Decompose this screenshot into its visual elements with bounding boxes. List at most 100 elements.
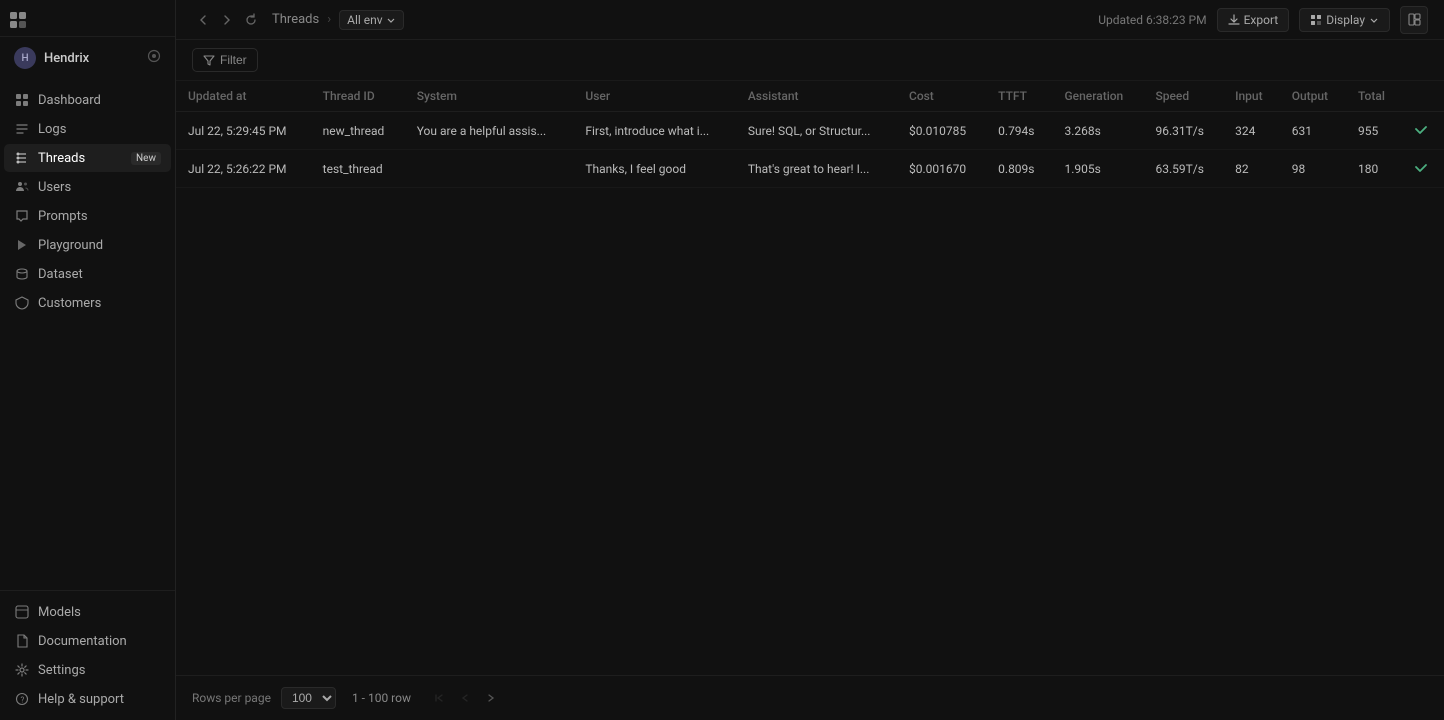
cell-input: 82 [1223,150,1280,188]
nav-arrows [192,9,262,31]
sidebar-label-threads: Threads [38,151,85,166]
sidebar-item-logs[interactable]: Logs [4,115,171,143]
cell-ttft: 0.794s [986,112,1052,150]
row-check [1402,150,1444,188]
table-row[interactable]: Jul 22, 5:26:22 PMtest_thread Thanks, I f… [176,150,1444,188]
rows-per-page-select[interactable]: 100 50 25 [281,687,336,709]
sidebar-label-settings: Settings [38,663,85,678]
sidebar-item-threads[interactable]: Threads New [4,144,171,172]
first-page-button[interactable] [427,686,451,710]
display-button[interactable]: Display [1299,8,1390,32]
models-icon [14,604,30,620]
sidebar-item-settings[interactable]: Settings [4,656,171,684]
col-system[interactable]: System [405,81,574,112]
filter-label: Filter [220,53,247,67]
threads-icon [14,150,30,166]
col-assistant[interactable]: Assistant [736,81,897,112]
threads-table: Updated at Thread ID System User Assista… [176,81,1444,188]
col-thread-id[interactable]: Thread ID [311,81,405,112]
col-ttft[interactable]: TTFT [986,81,1052,112]
app-logo [8,10,28,30]
cell-ttft: 0.809s [986,150,1052,188]
cell-generation: 1.905s [1052,150,1143,188]
sidebar-item-dashboard[interactable]: Dashboard [4,86,171,114]
docs-icon [14,633,30,649]
cell-system: You are a helpful assis... [405,112,574,150]
sidebar-label-users: Users [38,180,71,195]
cell-updated_at: Jul 22, 5:26:22 PM [176,150,311,188]
user-profile[interactable]: H Hendrix [4,39,171,77]
sidebar-label-help: Help & support [38,692,124,707]
sidebar-label-models: Models [38,605,81,620]
filter-button[interactable]: Filter [192,48,258,72]
cell-user: Thanks, I feel good [573,150,735,188]
table-header: Updated at Thread ID System User Assista… [176,81,1444,112]
cell-speed: 63.59T/s [1143,150,1223,188]
topbar: Threads › All env Updated 6:38:23 PM Exp… [176,0,1444,40]
display-label: Display [1326,13,1365,27]
users-icon [14,179,30,195]
refresh-button[interactable] [240,9,262,31]
sidebar-item-users[interactable]: Users [4,173,171,201]
user-menu-icon [147,49,161,67]
cell-user: First, introduce what i... [573,112,735,150]
sidebar-item-models[interactable]: Models [4,598,171,626]
back-button[interactable] [192,9,214,31]
breadcrumb-separator: › [327,12,331,27]
cell-assistant: Sure! SQL, or Structur... [736,112,897,150]
col-user[interactable]: User [573,81,735,112]
col-input[interactable]: Input [1223,81,1280,112]
pagination-nav [427,686,503,710]
export-button[interactable]: Export [1217,8,1290,32]
threads-table-container: Updated at Thread ID System User Assista… [176,81,1444,675]
cell-updated_at: Jul 22, 5:29:45 PM [176,112,311,150]
next-page-button[interactable] [479,686,503,710]
topbar-right: Updated 6:38:23 PM Export Display [1098,6,1428,34]
sidebar-item-playground[interactable]: Playground [4,231,171,259]
customers-icon [14,295,30,311]
cell-system [405,150,574,188]
export-label: Export [1244,13,1279,27]
row-check [1402,112,1444,150]
sidebar-item-documentation[interactable]: Documentation [4,627,171,655]
sidebar-item-customers[interactable]: Customers [4,289,171,317]
sidebar-item-dataset[interactable]: Dataset [4,260,171,288]
sidebar-label-customers: Customers [38,296,101,311]
sidebar-label-playground: Playground [38,238,103,253]
settings-icon [14,662,30,678]
main-content: Threads › All env Updated 6:38:23 PM Exp… [176,0,1444,720]
threads-badge: New [131,152,161,165]
main-nav: Dashboard Logs Th [0,79,175,590]
cell-thread_id: test_thread [311,150,405,188]
col-generation[interactable]: Generation [1052,81,1143,112]
rows-range: 1 - 100 row [352,691,411,705]
svg-text:?: ? [21,696,25,705]
table-row[interactable]: Jul 22, 5:29:45 PMnew_threadYou are a he… [176,112,1444,150]
cell-thread_id: new_thread [311,112,405,150]
cell-assistant: That's great to hear! I... [736,150,897,188]
sidebar-label-dashboard: Dashboard [38,93,101,108]
env-label: All env [347,13,382,27]
prev-page-button[interactable] [453,686,477,710]
playground-icon [14,237,30,253]
forward-button[interactable] [216,9,238,31]
updated-timestamp: Updated 6:38:23 PM [1098,13,1206,27]
col-cost[interactable]: Cost [897,81,986,112]
sidebar-label-documentation: Documentation [38,634,127,649]
sidebar-label-prompts: Prompts [38,209,88,224]
cell-total: 955 [1346,112,1402,150]
layout-toggle-button[interactable] [1400,6,1428,34]
sidebar-item-help[interactable]: ? Help & support [4,685,171,713]
col-output[interactable]: Output [1280,81,1346,112]
sidebar-item-prompts[interactable]: Prompts [4,202,171,230]
grid-icon [14,92,30,108]
cell-cost: $0.010785 [897,112,986,150]
env-selector[interactable]: All env [339,10,403,30]
breadcrumb-root[interactable]: Threads [272,12,319,27]
col-speed[interactable]: Speed [1143,81,1223,112]
username: Hendrix [44,51,89,66]
col-total[interactable]: Total [1346,81,1402,112]
sidebar-header [0,0,175,37]
col-updated-at[interactable]: Updated at [176,81,311,112]
sidebar-label-logs: Logs [38,122,66,137]
